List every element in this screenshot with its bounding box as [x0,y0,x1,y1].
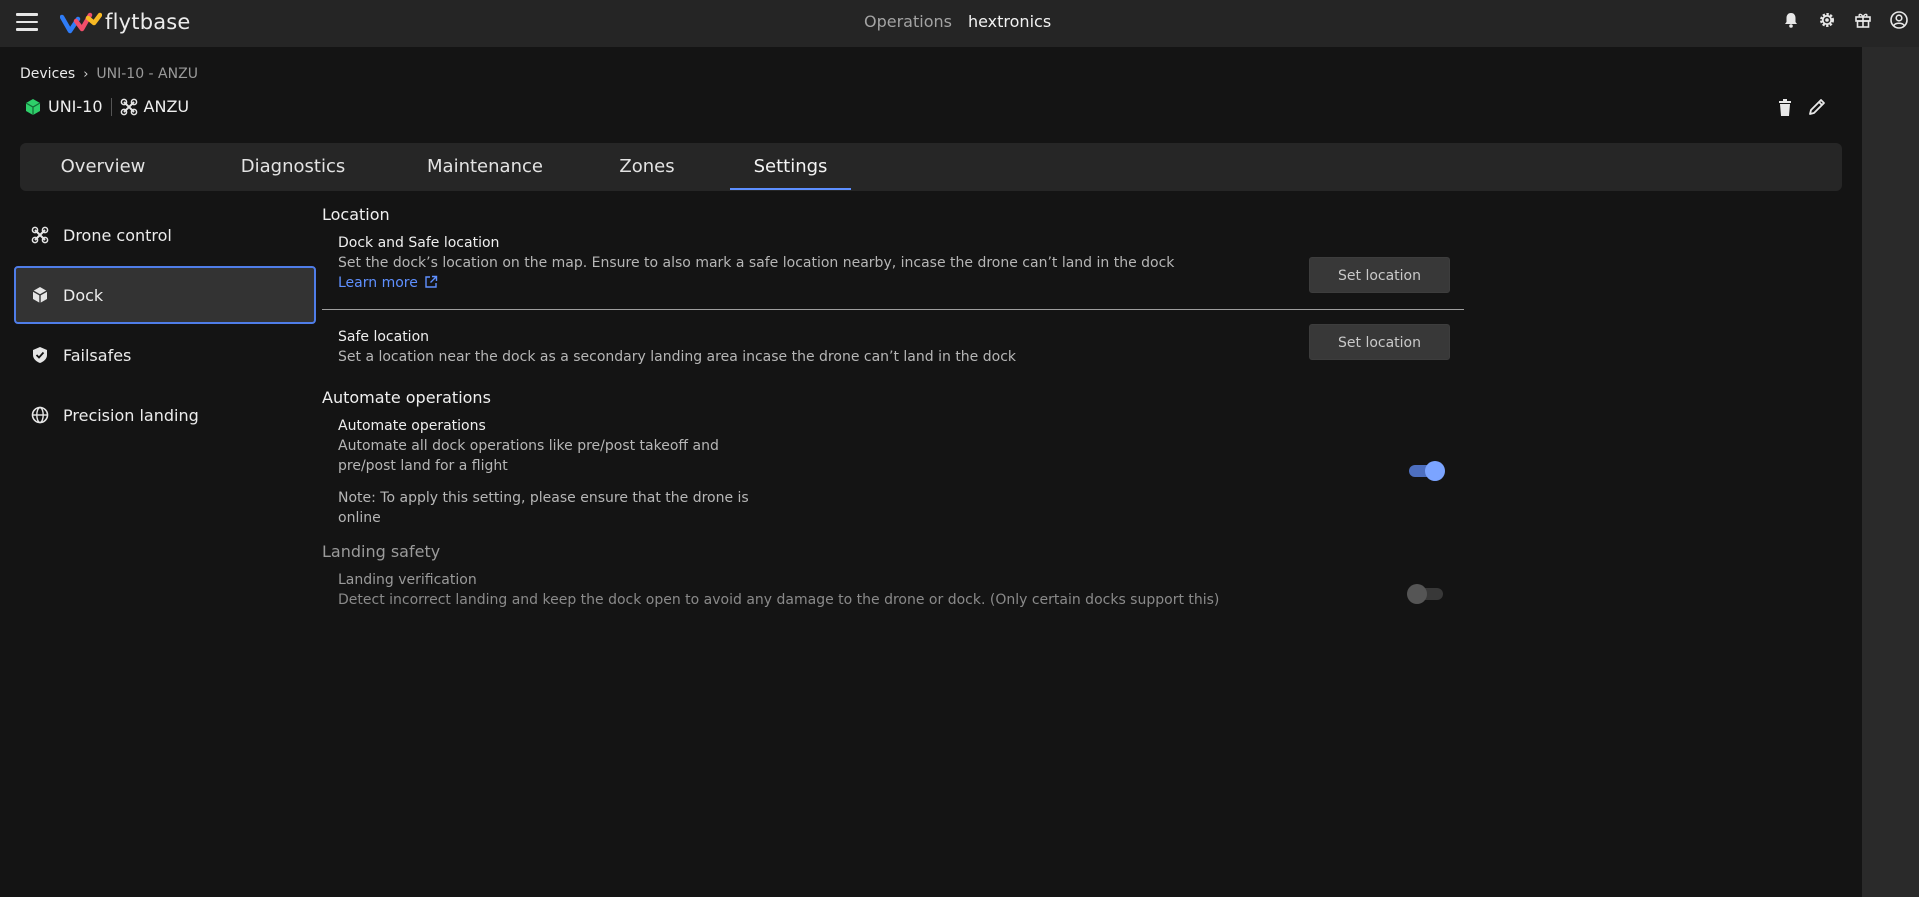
setting-description-line: Automate all dock operations like pre/po… [338,438,719,454]
drone-chip: ANZU [120,97,190,116]
flytbase-logo-icon [60,12,102,34]
sidenav-item-dock[interactable]: Dock [14,266,316,324]
sidenav-item-label: Precision landing [63,405,199,425]
gift-icon[interactable] [1853,10,1873,30]
tab-zones[interactable]: Zones [595,143,699,191]
setting-description: Set the dock’s location on the map. Ensu… [338,253,1188,293]
setting-description: Set a location near the dock as a second… [338,349,1016,365]
sidenav-item-drone-control[interactable]: Drone control [14,206,316,264]
active-tab-indicator [730,188,851,190]
external-link-icon [425,275,438,288]
settings-gear-icon[interactable] [1817,10,1837,30]
setting-note-line: online [338,510,381,526]
setting-description-line: pre/post land for a flight [338,458,508,474]
notification-bell-icon[interactable] [1781,10,1801,30]
breadcrumb: Devices › UNI-10 - ANZU [20,66,198,82]
toggle-knob [1425,461,1445,481]
sidenav-item-label: Failsafes [63,345,132,365]
device-header: UNI-10 ANZU [24,97,189,116]
setting-title: Safe location [338,329,430,345]
chevron-right-icon: › [83,66,89,82]
tab-settings[interactable]: Settings [730,143,851,191]
divider [322,309,1464,310]
tab-diagnostics[interactable]: Diagnostics [200,143,386,191]
dock-cube-icon [25,98,41,115]
section-title-automate-operations: Automate operations [322,388,491,407]
sidenav-item-label: Drone control [63,225,172,245]
dock-settings-content: Location Dock and Safe location Set the … [322,205,1464,622]
globe-icon [31,406,49,424]
account-avatar-icon[interactable] [1889,10,1909,30]
setting-note-line: Note: To apply this setting, please ensu… [338,490,749,506]
dock-name: UNI-10 [48,97,103,116]
setting-title: Dock and Safe location [338,235,500,251]
landing-verification-toggle[interactable] [1407,583,1445,604]
operations-link[interactable]: Operations [864,12,952,31]
sidenav-item-precision-landing[interactable]: Precision landing [14,386,316,444]
tab-overview[interactable]: Overview [42,143,164,191]
organization-switcher[interactable]: hextronics [968,12,1051,31]
sidenav-item-failsafes[interactable]: Failsafes [14,326,316,384]
edit-pencil-icon[interactable] [1806,96,1828,118]
top-bar: flytbase Operations hextronics [0,0,1919,47]
drone-icon [31,226,49,244]
drone-name: ANZU [143,97,190,116]
setting-landing-verification: Landing verification Detect incorrect la… [322,572,1464,622]
learn-more-label: Learn more [338,275,418,291]
shield-check-icon [33,347,47,363]
setting-dock-and-safe-location: Dock and Safe location Set the dock’s lo… [322,235,1464,309]
drone-icon [120,98,137,115]
setting-description-text: Set the dock’s location on the map. Ensu… [338,255,1175,271]
brand-name: flytbase [105,10,191,34]
tab-bar: Overview Diagnostics Maintenance Zones S… [20,143,1842,191]
dock-chip: UNI-10 [24,97,103,116]
set-safe-location-button[interactable]: Set location [1309,324,1450,360]
setting-automate-operations: Automate operations Automate all dock op… [322,418,1464,542]
section-title-landing-safety: Landing safety [322,542,441,561]
divider [110,97,112,116]
hamburger-menu-icon[interactable] [16,13,38,33]
setting-title: Automate operations [338,418,486,434]
setting-title: Landing verification [338,572,477,588]
settings-sidenav: Drone control Dock Failsafes Precision l… [14,206,316,446]
breadcrumb-devices-link[interactable]: Devices [20,66,75,82]
brand-logo[interactable]: flytbase [60,9,191,35]
automate-operations-toggle[interactable] [1407,460,1445,481]
tab-maintenance[interactable]: Maintenance [395,143,575,191]
dock-cube-icon [32,287,48,303]
breadcrumb-current: UNI-10 - ANZU [96,66,198,82]
toggle-knob [1407,584,1427,604]
setting-safe-location: Safe location Set a location near the do… [322,324,1464,388]
setting-description: Detect incorrect landing and keep the do… [338,592,1220,608]
section-title-location: Location [322,205,390,224]
set-dock-location-button[interactable]: Set location [1309,257,1450,293]
delete-trash-icon[interactable] [1774,96,1796,118]
sidenav-item-label: Dock [63,285,104,305]
right-gutter [1862,47,1919,897]
learn-more-link[interactable]: Learn more [338,275,438,291]
